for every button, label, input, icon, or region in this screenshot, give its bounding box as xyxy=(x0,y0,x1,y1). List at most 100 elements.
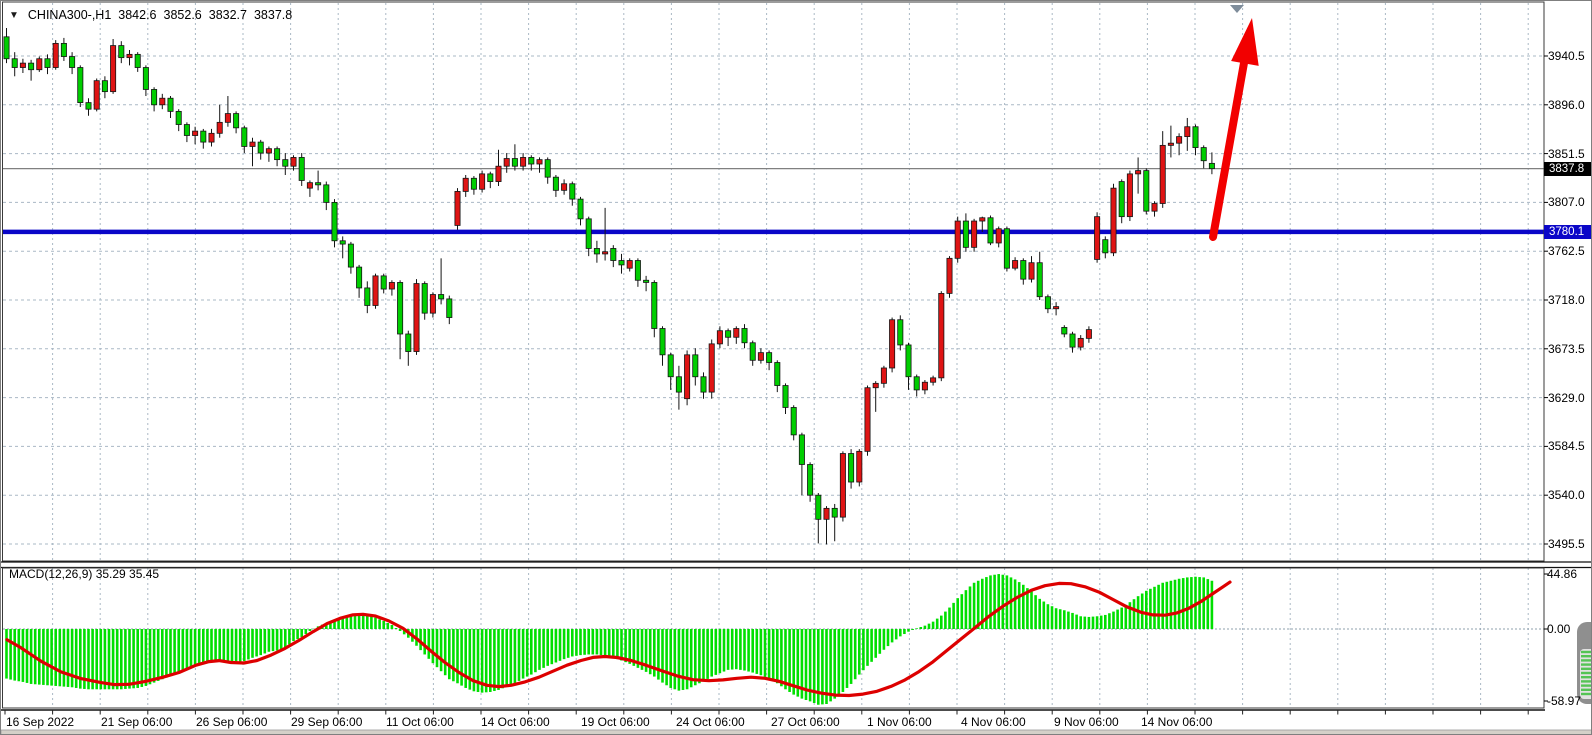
candle-up xyxy=(160,98,165,105)
candle-up xyxy=(972,221,977,247)
time-tick-label: 11 Oct 06:00 xyxy=(386,715,454,729)
candle-up xyxy=(193,131,198,135)
candle-down xyxy=(832,508,837,517)
candle-up xyxy=(455,191,460,225)
candle-down xyxy=(324,185,329,203)
time-tick-label: 19 Oct 06:00 xyxy=(581,715,650,729)
candle-down xyxy=(693,355,698,377)
time-tick-label: 14 Oct 06:00 xyxy=(481,715,550,729)
candle-down xyxy=(398,282,403,334)
candle-down xyxy=(1209,163,1214,168)
macd-tick-label: 0.00 xyxy=(1547,622,1570,636)
time-tick-label: 4 Nov 06:00 xyxy=(961,715,1026,729)
candle-up xyxy=(1029,263,1034,279)
candle-up xyxy=(373,276,378,306)
candle-up xyxy=(717,331,722,344)
chart-shift-marker-icon[interactable] xyxy=(1230,5,1244,13)
candle-down xyxy=(1070,334,1075,347)
candle-up xyxy=(537,160,542,164)
candle-down xyxy=(791,407,796,434)
macd-indicator-label: MACD(12,26,9) 35.29 35.45 xyxy=(9,567,159,581)
macd-tick-label: 44.86 xyxy=(1547,567,1577,581)
candle-up xyxy=(20,63,25,67)
hline-price-badge: 3780.1 xyxy=(1544,225,1592,239)
candle-down xyxy=(152,89,157,104)
macd-layer xyxy=(7,574,1231,705)
chart-canvas[interactable] xyxy=(1,1,1592,735)
candle-down xyxy=(783,386,788,408)
time-tick-label: 1 Nov 06:00 xyxy=(867,715,932,729)
price-tick-label: 3762.5 xyxy=(1548,244,1585,258)
candle-down xyxy=(184,125,189,136)
candle-up xyxy=(996,229,1001,243)
ohlc-close: 3837.8 xyxy=(254,8,292,22)
candle-down xyxy=(767,353,772,363)
candle-down xyxy=(201,131,206,142)
candle-up xyxy=(709,344,714,392)
candle-down xyxy=(471,178,476,189)
candle-up xyxy=(111,46,116,92)
candle-down xyxy=(1021,261,1026,280)
candle-up xyxy=(1127,174,1132,217)
candle-down xyxy=(365,288,370,306)
price-tick-label: 3807.0 xyxy=(1548,195,1585,209)
candle-up xyxy=(1177,137,1182,144)
candle-down xyxy=(70,57,75,68)
dropdown-triangle-icon[interactable]: ▼ xyxy=(9,10,19,21)
candle-down xyxy=(816,495,821,519)
candle-up xyxy=(627,261,632,269)
candle-down xyxy=(135,54,140,67)
candle-down xyxy=(234,114,239,128)
candle-down xyxy=(119,46,124,58)
candle-down xyxy=(29,63,34,70)
price-tick-label: 3673.5 xyxy=(1548,342,1585,356)
candle-down xyxy=(668,355,673,377)
candle-down xyxy=(529,157,534,164)
candle-up xyxy=(840,454,845,518)
time-tick-label: 27 Oct 06:00 xyxy=(771,715,840,729)
candle-down xyxy=(660,329,665,355)
time-tick-label: 16 Sep 2022 xyxy=(6,715,74,729)
trend-arrow[interactable] xyxy=(1213,18,1259,237)
candle-down xyxy=(447,299,452,318)
candle-down xyxy=(102,81,107,92)
candle-down xyxy=(422,284,427,314)
candle-down xyxy=(742,329,747,343)
candle-down xyxy=(644,280,649,282)
price-tick-label: 3584.5 xyxy=(1548,439,1585,453)
candle-up xyxy=(890,320,895,368)
price-tick-label: 3495.5 xyxy=(1548,537,1585,551)
candle-up xyxy=(1152,203,1157,211)
candle-down xyxy=(78,68,83,103)
candle-up xyxy=(37,59,42,70)
candle-down xyxy=(1193,127,1198,148)
time-tick-label: 29 Sep 06:00 xyxy=(291,715,362,729)
candle-up xyxy=(504,159,509,167)
candle-down xyxy=(1144,171,1149,212)
candle-down xyxy=(299,157,304,180)
candle-up xyxy=(225,114,230,123)
candle-up xyxy=(1111,188,1116,253)
scroll-capsule-widget[interactable] xyxy=(1577,622,1592,704)
candle-down xyxy=(611,248,616,260)
candle-down xyxy=(914,377,919,390)
macd-tick-label: -58.97 xyxy=(1547,694,1581,708)
candle-down xyxy=(553,177,558,190)
candle-down xyxy=(586,219,591,249)
candle-down xyxy=(348,244,353,267)
grid-layer xyxy=(3,3,1544,708)
candle-up xyxy=(922,382,927,390)
candle-down xyxy=(512,159,517,167)
candles-layer xyxy=(4,28,1215,544)
candle-down xyxy=(1119,182,1124,217)
candle-up xyxy=(1160,145,1165,203)
price-tick-label: 3718.0 xyxy=(1548,293,1585,307)
candle-up xyxy=(53,43,58,67)
price-tick-label: 3851.5 xyxy=(1548,147,1585,161)
candle-up xyxy=(865,388,870,452)
candle-up xyxy=(209,133,214,142)
candle-up xyxy=(480,174,485,189)
candle-up xyxy=(939,293,944,377)
candle-down xyxy=(439,295,444,299)
candle-down xyxy=(357,267,362,288)
